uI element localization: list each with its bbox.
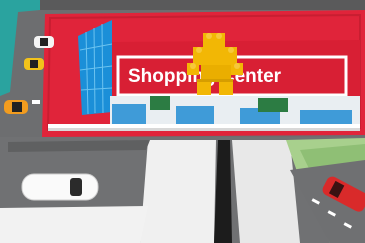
photo: Shopping Center bbox=[0, 0, 365, 243]
play-mat-scene bbox=[0, 0, 365, 243]
lego-figure bbox=[187, 33, 243, 95]
